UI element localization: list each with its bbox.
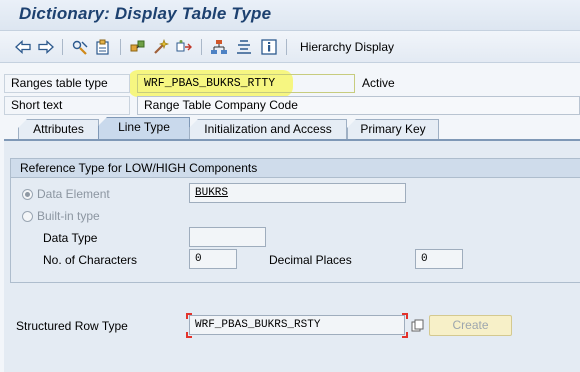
application-toolbar: Hierarchy Display [0,31,580,63]
tab-primary-key[interactable]: Primary Key [347,119,439,139]
builtin-type-radio[interactable] [22,211,33,222]
hierarchy-icon[interactable] [210,38,228,56]
documentation-icon[interactable] [235,38,253,56]
required-corner-tr [402,313,408,319]
back-arrow-icon[interactable] [14,38,32,56]
tab-attributes-label: Attributes [33,122,84,136]
required-corner-bl [186,332,192,338]
decimals-field[interactable]: 0 [415,249,463,269]
copy-icon[interactable] [409,317,425,333]
where-used-icon[interactable] [152,38,170,56]
status-text: Active [362,76,395,90]
short-text-label: Short text [4,96,130,115]
row-type-field[interactable]: WRF_PBAS_BUKRS_RSTY [189,315,405,335]
chars-field[interactable]: 0 [189,249,237,269]
tab-attributes[interactable]: Attributes [18,119,99,139]
ranges-table-type-label: Ranges table type [4,74,130,93]
required-corner-br [402,332,408,338]
builtin-type-label: Built-in type [37,209,100,223]
data-type-label: Data Type [43,231,98,245]
chars-label: No. of Characters [43,253,138,267]
hierarchy-display-button[interactable]: Hierarchy Display [300,40,394,54]
tab-primary-key-label: Primary Key [360,122,426,136]
object-list-icon[interactable] [175,38,193,56]
decimals-label: Decimal Places [269,253,352,267]
data-element-label: Data Element [37,187,110,201]
data-element-field[interactable]: BUKRS [189,183,406,203]
tab-line-type[interactable]: Line Type [98,117,190,139]
info-icon[interactable] [260,38,278,56]
page-title: Dictionary: Display Table Type [19,4,272,23]
create-button[interactable]: Create [429,315,512,336]
group-title: Reference Type for LOW/HIGH Components [20,161,258,175]
required-corner-tl [186,313,192,319]
tab-initialization-access[interactable]: Initialization and Access [189,119,347,139]
tab-initialization-access-label: Initialization and Access [204,122,332,136]
short-text-field[interactable]: Range Table Company Code [137,96,580,115]
active-inactive-icon[interactable] [129,38,147,56]
title-bar: Dictionary: Display Table Type [0,0,580,31]
row-type-label: Structured Row Type [16,319,128,333]
ranges-table-type-field[interactable]: WRF_PBAS_BUKRS_RTTY [137,74,355,93]
display-change-icon[interactable] [71,38,89,56]
tab-line-type-label: Line Type [118,120,170,134]
forward-arrow-icon[interactable] [37,38,55,56]
data-element-radio[interactable] [22,189,33,200]
other-object-icon[interactable] [94,38,112,56]
data-type-field[interactable] [189,227,266,247]
